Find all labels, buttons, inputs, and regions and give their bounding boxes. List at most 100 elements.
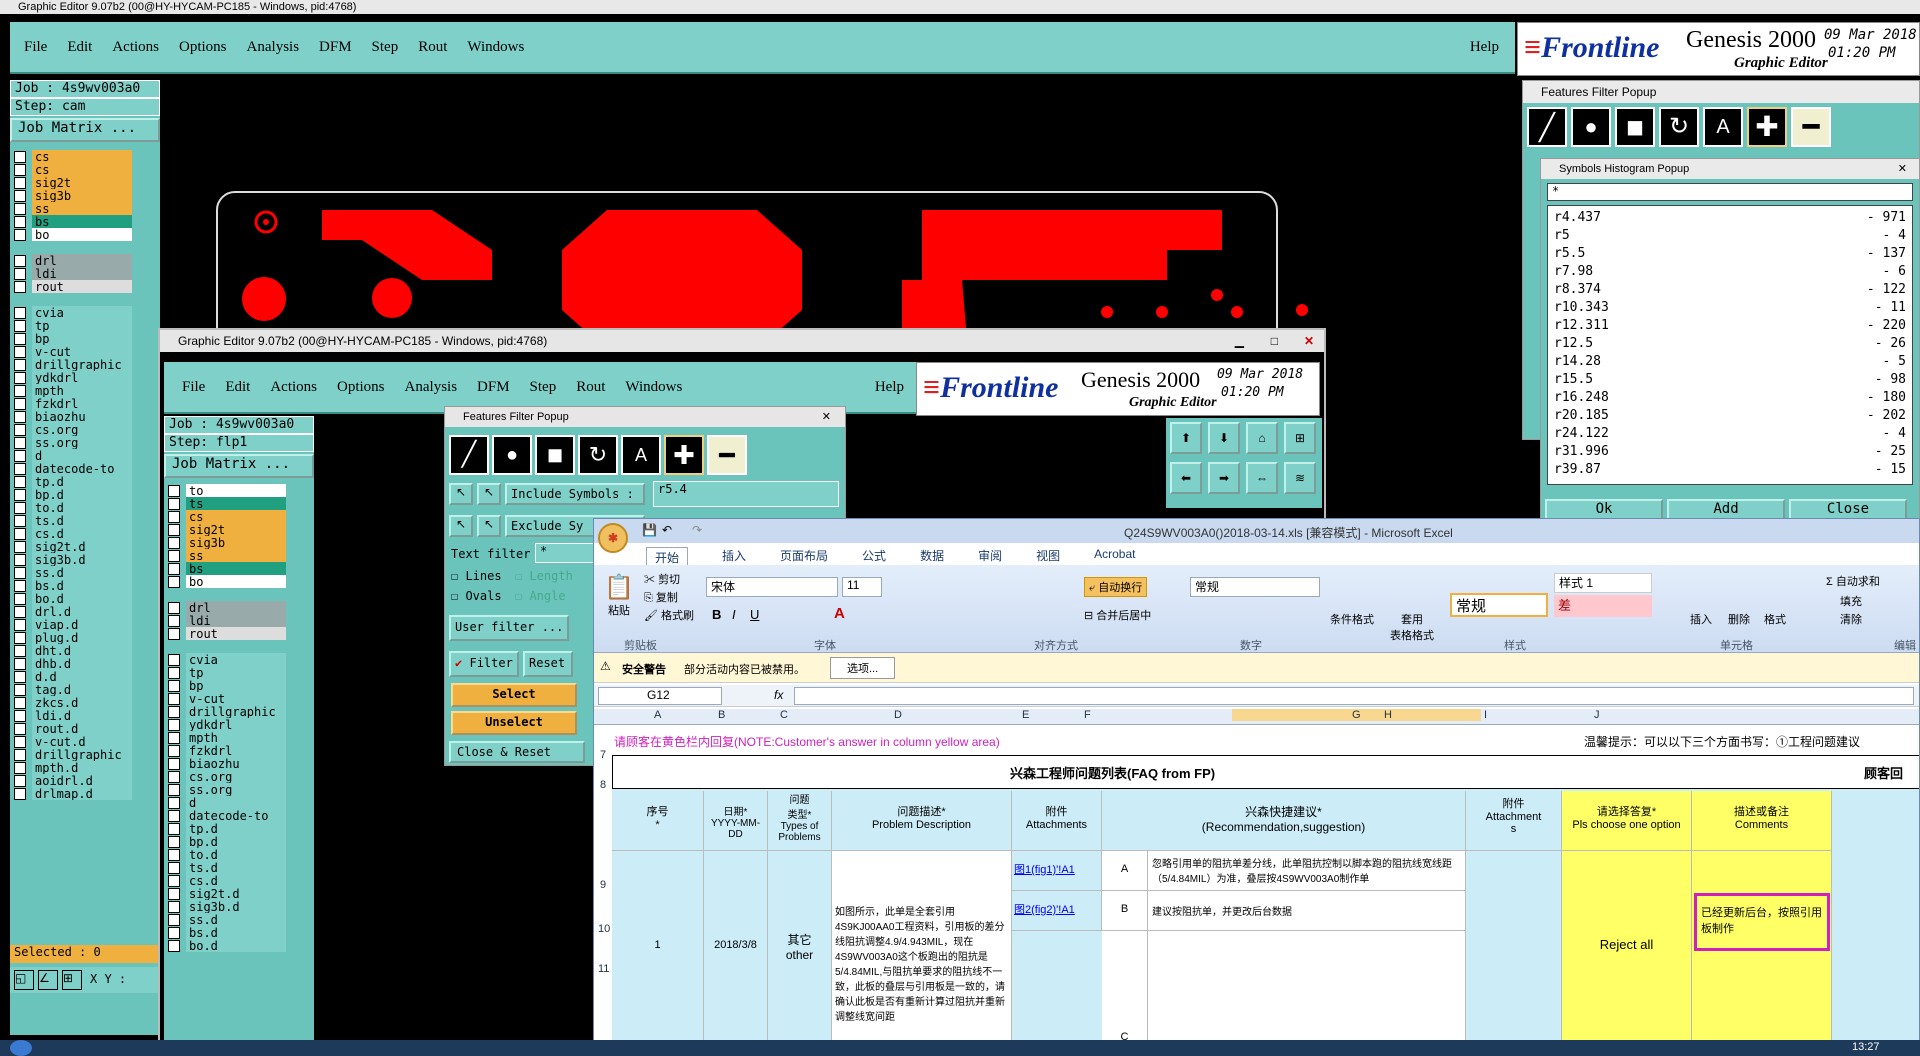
- layer-name[interactable]: rout: [32, 280, 132, 293]
- layer-name[interactable]: ss.org: [32, 436, 132, 449]
- include-symbols-button[interactable]: Include Symbols :: [505, 483, 645, 505]
- insert-cells-button[interactable]: 插入: [1690, 611, 1712, 627]
- layer-name[interactable]: d.d: [32, 670, 132, 683]
- angle-tool-icon[interactable]: ∠: [38, 970, 58, 990]
- col-header[interactable]: F: [1084, 709, 1091, 721]
- col-header[interactable]: C: [780, 709, 788, 721]
- layer-name[interactable]: fzkdrl: [186, 744, 286, 757]
- cell-recommend-c[interactable]: [1148, 931, 1466, 1055]
- row-header-8[interactable]: 8: [600, 779, 606, 791]
- layer-name[interactable]: ss.org: [186, 783, 286, 796]
- layer-name[interactable]: tp: [32, 319, 132, 332]
- instruction-note[interactable]: 请顾客在黄色栏内回复(NOTE:Customer's answer in col…: [614, 733, 1000, 750]
- cell-link-fig2[interactable]: 图2(fig2)'!A1: [1012, 891, 1102, 931]
- layer-row[interactable]: bo.d: [10, 592, 132, 605]
- layer-row[interactable]: zkcs.d: [10, 696, 132, 709]
- histogram-row[interactable]: r31.996 - 25: [1554, 444, 1906, 462]
- layer-row[interactable]: ydkdrl: [164, 718, 286, 731]
- paste-button[interactable]: 📋 粘贴: [604, 573, 634, 618]
- layer-row[interactable]: bo: [10, 228, 132, 241]
- layer-name[interactable]: cvia: [32, 306, 132, 319]
- include-symbols-input[interactable]: r5.4: [653, 481, 839, 507]
- security-options-button[interactable]: 选项...: [830, 657, 896, 679]
- layer-checkbox[interactable]: [168, 913, 180, 926]
- menu-actions[interactable]: Actions: [112, 39, 159, 56]
- layer-name[interactable]: d: [186, 796, 286, 809]
- row-header-9[interactable]: 9: [600, 879, 606, 891]
- layer-row[interactable]: biaozhu: [164, 757, 286, 770]
- layer-name[interactable]: bs: [186, 562, 286, 575]
- layer-row[interactable]: sig3b: [164, 536, 286, 549]
- layer-row[interactable]: ss.org: [164, 783, 286, 796]
- layer-row[interactable]: ts.d: [164, 861, 286, 874]
- close-icon[interactable]: ✕: [1304, 330, 1314, 352]
- pad-feature-icon[interactable]: ●: [1571, 107, 1611, 147]
- layer-row[interactable]: cs.d: [10, 527, 132, 540]
- layer-name[interactable]: cs.d: [186, 874, 286, 887]
- close-reset-button[interactable]: Close & Reset: [449, 741, 585, 763]
- layer-name[interactable]: sig3b: [186, 536, 286, 549]
- layer-name[interactable]: cs: [32, 163, 132, 176]
- layer-checkbox[interactable]: [14, 306, 26, 319]
- cell-type[interactable]: 其它 other: [768, 851, 832, 1055]
- layer-name[interactable]: aoidrl.d: [32, 774, 132, 787]
- font-size-select[interactable]: 11: [842, 577, 882, 597]
- layer-checkbox[interactable]: [14, 553, 26, 566]
- start-button[interactable]: [10, 1040, 32, 1056]
- col-header[interactable]: J: [1594, 709, 1600, 721]
- positive-polarity-icon[interactable]: ✚: [1747, 107, 1787, 147]
- layer-name[interactable]: cs: [186, 510, 286, 523]
- layer-row[interactable]: tp.d: [10, 475, 132, 488]
- merge-center-button[interactable]: ⊟ 合并后居中: [1084, 607, 1151, 623]
- layer-row[interactable]: biaozhu: [10, 410, 132, 423]
- layer-name[interactable]: rout: [186, 627, 286, 640]
- fit-view-icon[interactable]: ⇔: [1246, 462, 1278, 494]
- layer-name[interactable]: sig2t: [32, 176, 132, 189]
- layer-checkbox[interactable]: [168, 835, 180, 848]
- layer-row[interactable]: cs.org: [164, 770, 286, 783]
- grid-view-icon[interactable]: ⊞: [1284, 422, 1316, 454]
- layer-row[interactable]: dht.d: [10, 644, 132, 657]
- layer-row[interactable]: aoidrl.d: [10, 774, 132, 787]
- layer-checkbox[interactable]: [168, 601, 180, 614]
- cell-answer[interactable]: Reject all: [1562, 851, 1692, 1055]
- layer-name[interactable]: to.d: [32, 501, 132, 514]
- menu-edit[interactable]: Edit: [67, 39, 92, 56]
- layer-checkbox[interactable]: [168, 536, 180, 549]
- layer-checkbox[interactable]: [14, 358, 26, 371]
- layer-row[interactable]: tp.d: [164, 822, 286, 835]
- redo-icon[interactable]: ↷: [692, 523, 702, 537]
- fill-button[interactable]: 填充: [1840, 593, 1862, 609]
- faq-title[interactable]: 兴森工程师问题列表(FAQ from FP): [1010, 763, 1215, 782]
- menu-options[interactable]: Options: [179, 39, 227, 56]
- arrow-icon[interactable]: ↖: [449, 483, 473, 505]
- histogram-row[interactable]: r4.437 - 971: [1554, 210, 1906, 228]
- layer-row[interactable]: ss.d: [164, 913, 286, 926]
- layer-row[interactable]: v-cut.d: [10, 735, 132, 748]
- layer-row[interactable]: sig2t.d: [10, 540, 132, 553]
- histogram-row[interactable]: r12.311 - 220: [1554, 318, 1906, 336]
- format-painter-button[interactable]: 🖌 格式刷: [644, 607, 694, 623]
- layer-checkbox[interactable]: [14, 605, 26, 618]
- col-header[interactable]: I: [1484, 709, 1487, 721]
- layer-checkbox[interactable]: [14, 267, 26, 280]
- layer-checkbox[interactable]: [168, 887, 180, 900]
- layer-row[interactable]: bo.d: [164, 939, 286, 952]
- layer-checkbox[interactable]: [14, 592, 26, 605]
- layer-checkbox[interactable]: [168, 692, 180, 705]
- redraw-icon[interactable]: ≋: [1284, 462, 1316, 494]
- front-job-matrix-button[interactable]: Job Matrix ...: [164, 454, 314, 478]
- menu-analysis[interactable]: Analysis: [405, 379, 458, 396]
- histogram-row[interactable]: r5 - 4: [1554, 228, 1906, 246]
- layer-name[interactable]: bo: [186, 575, 286, 588]
- layer-name[interactable]: bs.d: [32, 579, 132, 592]
- save-icon[interactable]: 💾: [642, 523, 657, 537]
- menu-actions[interactable]: Actions: [270, 379, 317, 396]
- cell-option-c[interactable]: C: [1102, 931, 1148, 1055]
- layer-name[interactable]: sig3b: [32, 189, 132, 202]
- autosum-button[interactable]: Σ 自动求和: [1826, 573, 1880, 589]
- layer-name[interactable]: biaozhu: [186, 757, 286, 770]
- layer-name[interactable]: rout.d: [32, 722, 132, 735]
- layer-name[interactable]: bp: [32, 332, 132, 345]
- layer-row[interactable]: fzkdrl: [10, 397, 132, 410]
